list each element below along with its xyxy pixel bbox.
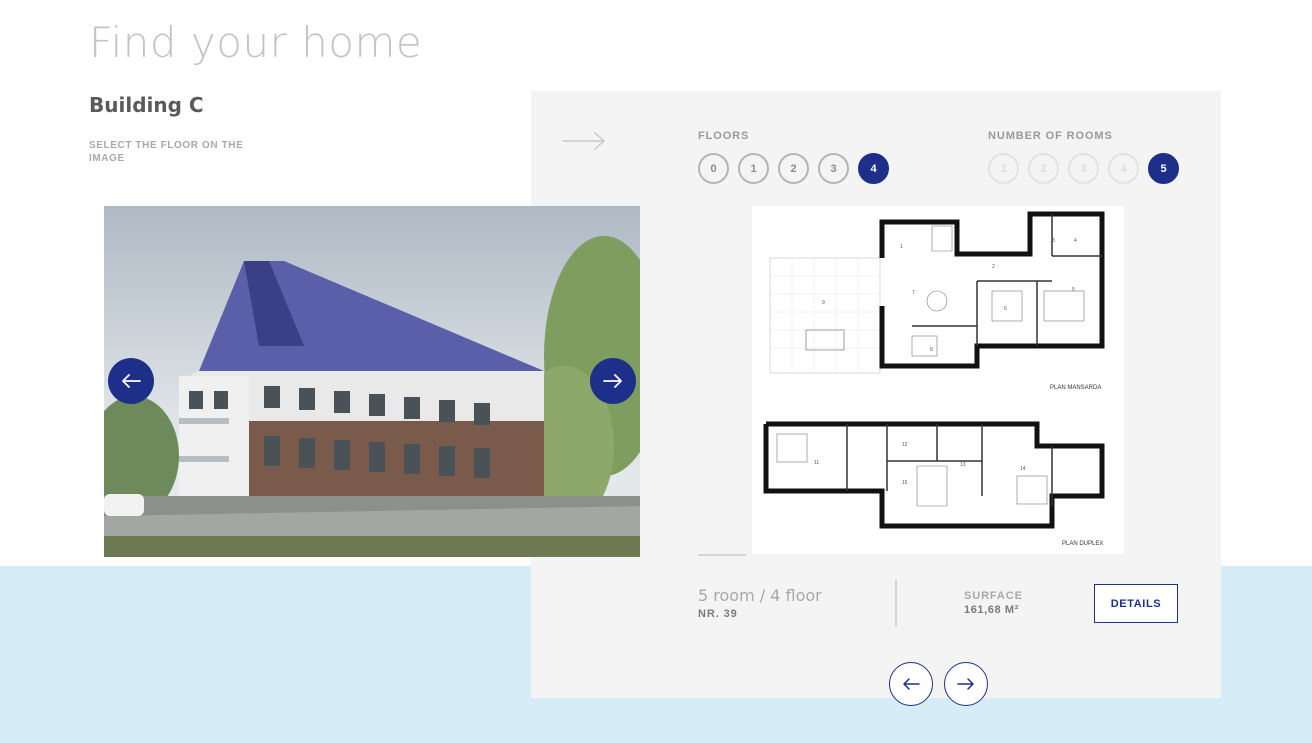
surface-label: SURFACE xyxy=(964,590,1023,602)
svg-text:2: 2 xyxy=(992,264,995,270)
svg-text:11: 11 xyxy=(814,460,819,466)
floors-label: FLOORS xyxy=(698,130,750,142)
floor-plan[interactable]: 123 456 789 PLAN MANSARDA 11 12 13 14 15 PL… xyxy=(752,206,1124,554)
svg-text:15: 15 xyxy=(902,480,908,486)
floor-select-hint: SELECT THE FLOOR ON THE IMAGE xyxy=(89,140,244,164)
long-arrow-right-icon[interactable] xyxy=(562,131,606,151)
rooms-option-3: 3 xyxy=(1068,153,1099,184)
unit-number: NR. 39 xyxy=(698,608,738,620)
unit-next-button[interactable] xyxy=(944,662,988,706)
unit-prev-button[interactable] xyxy=(889,662,933,706)
svg-text:8: 8 xyxy=(930,347,933,353)
page-title: Find your home xyxy=(89,18,423,67)
surface-value: 161,68 M² xyxy=(964,604,1019,616)
rooms-option-2: 2 xyxy=(1028,153,1059,184)
carousel-next-button[interactable] xyxy=(590,358,636,404)
floor-option-2[interactable]: 2 xyxy=(778,153,809,184)
svg-text:6: 6 xyxy=(1004,306,1007,312)
rooms-label: NUMBER OF ROOMS xyxy=(988,130,1113,142)
divider xyxy=(698,554,746,556)
rooms-option-1: 1 xyxy=(988,153,1019,184)
floor-option-4[interactable]: 4 xyxy=(858,153,889,184)
arrow-left-icon xyxy=(903,678,920,690)
floor-option-0[interactable]: 0 xyxy=(698,153,729,184)
floor-selector: 0 1 2 3 4 xyxy=(698,153,889,184)
arrow-right-icon xyxy=(603,374,622,388)
svg-text:14: 14 xyxy=(1020,466,1026,472)
rooms-option-4: 4 xyxy=(1108,153,1139,184)
svg-text:9: 9 xyxy=(822,300,825,306)
svg-text:1: 1 xyxy=(900,244,903,250)
rooms-option-5[interactable]: 5 xyxy=(1148,153,1179,184)
details-button[interactable]: DETAILS xyxy=(1094,584,1178,623)
unit-title: 5 room / 4 floor xyxy=(698,586,822,605)
arrow-left-icon xyxy=(122,374,141,388)
arrow-right-icon xyxy=(957,678,974,690)
carousel-prev-button[interactable] xyxy=(108,358,154,404)
svg-text:7: 7 xyxy=(912,290,915,296)
building-title: Building C xyxy=(89,93,204,117)
svg-text:PLAN DUPLEX: PLAN DUPLEX xyxy=(1062,541,1103,547)
svg-text:5: 5 xyxy=(1072,287,1075,293)
svg-text:12: 12 xyxy=(902,442,908,448)
floor-option-3[interactable]: 3 xyxy=(818,153,849,184)
svg-text:4: 4 xyxy=(1074,238,1077,244)
svg-text:13: 13 xyxy=(960,462,966,468)
vertical-divider xyxy=(895,580,897,626)
floor-option-1[interactable]: 1 xyxy=(738,153,769,184)
building-image[interactable] xyxy=(104,206,640,557)
svg-text:PLAN MANSARDA: PLAN MANSARDA xyxy=(1050,385,1101,391)
rooms-selector: 1 2 3 4 5 xyxy=(988,153,1179,184)
svg-text:3: 3 xyxy=(1052,238,1055,244)
